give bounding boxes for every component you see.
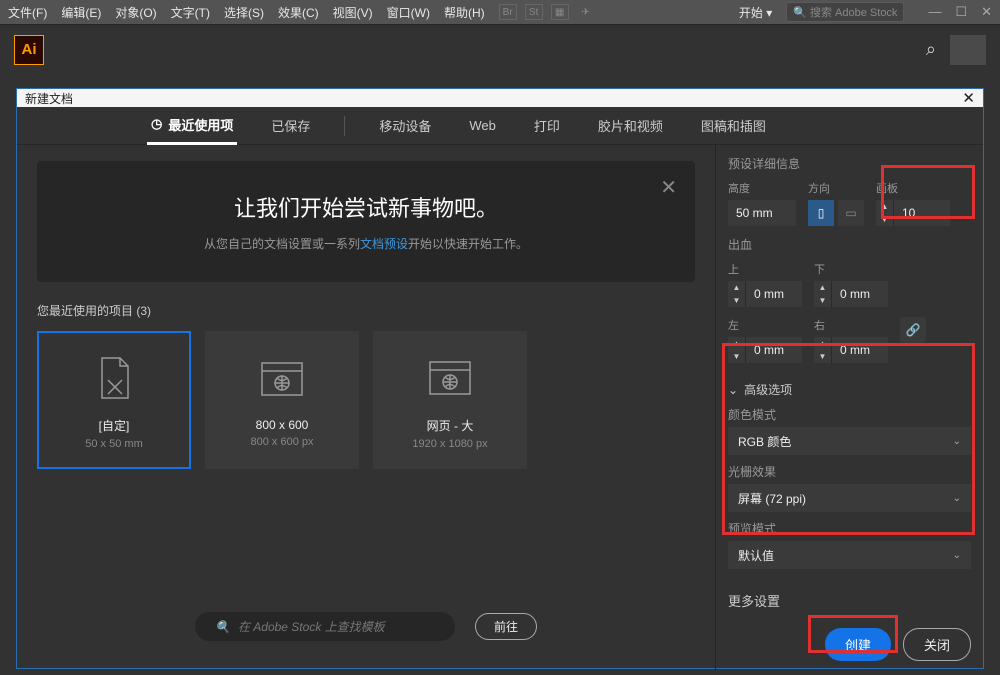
preset-custom[interactable]: [自定] 50 x 50 mm	[37, 331, 191, 469]
bridge-icon[interactable]: Br	[499, 4, 517, 20]
tab-print[interactable]: 打印	[530, 108, 564, 143]
app-header: Ai ⌕	[0, 24, 1000, 74]
menu-help[interactable]: 帮助(H)	[444, 4, 485, 21]
bleed-left-label: 左	[728, 317, 802, 333]
advanced-toggle[interactable]: ⌄ 高级选项	[728, 381, 971, 398]
preset-list: [自定] 50 x 50 mm 800 x 600 800 x 600 px 网…	[37, 331, 695, 469]
menu-type[interactable]: 文字(T)	[171, 4, 210, 21]
orient-label: 方向	[808, 180, 864, 196]
account-box[interactable]	[950, 35, 986, 65]
menu-view[interactable]: 视图(V)	[333, 4, 373, 21]
workspace-switcher[interactable]: 开始 ▾	[739, 4, 772, 21]
step-down-icon[interactable]: ▼	[876, 213, 893, 226]
tab-saved[interactable]: 已保存	[267, 108, 314, 143]
stock-icon[interactable]: St	[525, 4, 543, 20]
link-bleed-icon[interactable]: 🔗	[900, 317, 926, 343]
preset-web-large[interactable]: 网页 - 大 1920 x 1080 px	[373, 331, 527, 469]
bleed-right-label: 右	[814, 317, 888, 333]
dialog-close-icon[interactable]: ✕	[962, 89, 975, 107]
orient-landscape[interactable]: ▭	[838, 200, 864, 226]
minimize-icon[interactable]: —	[928, 4, 941, 20]
tab-film[interactable]: 胶片和视频	[594, 108, 667, 143]
menu-file[interactable]: 文件(F)	[8, 4, 47, 21]
artboard-stepper[interactable]: ▲▼ 10	[876, 200, 950, 226]
color-mode-label: 颜色模式	[728, 406, 971, 423]
preset-name: 网页 - 大	[427, 417, 474, 434]
raster-label: 光栅效果	[728, 463, 971, 480]
menu-edit[interactable]: 编辑(E)	[61, 4, 101, 21]
app-logo: Ai	[14, 35, 44, 65]
bleed-top[interactable]: ▲▼0 mm	[728, 281, 802, 307]
search-icon[interactable]: ⌕	[926, 39, 936, 60]
send-icon[interactable]: ✈	[577, 4, 595, 20]
chevron-down-icon: ⌄	[953, 436, 961, 447]
preset-info-label: 预设详细信息	[728, 155, 971, 172]
height-input[interactable]: 50 mm	[728, 200, 796, 226]
search-icon: 🔍	[215, 620, 230, 634]
web-doc-icon	[258, 352, 306, 406]
create-button[interactable]: 创建	[825, 628, 891, 661]
preset-details-panel: 预设详细信息 高度 50 mm 方向 ▯ ▭ 画板 ▲▼	[715, 145, 983, 671]
preset-800x600[interactable]: 800 x 600 800 x 600 px	[205, 331, 359, 469]
dialog-title: 新建文档	[25, 90, 73, 107]
bleed-bottom-label: 下	[814, 261, 888, 277]
preset-dim: 1920 x 1080 px	[412, 438, 487, 450]
tab-web[interactable]: Web	[465, 110, 500, 141]
menu-window[interactable]: 窗口(W)	[387, 4, 430, 21]
custom-doc-icon	[94, 351, 134, 405]
close-button[interactable]: 关闭	[903, 628, 971, 661]
height-label: 高度	[728, 180, 796, 196]
close-intro-icon[interactable]: ✕	[660, 175, 677, 200]
preview-select[interactable]: 默认值⌄	[728, 541, 971, 569]
preset-name: [自定]	[99, 417, 130, 434]
step-up-icon[interactable]: ▲	[876, 200, 893, 213]
stock-search[interactable]: 🔍 搜索 Adobe Stock	[786, 2, 904, 22]
preview-label: 预览模式	[728, 520, 971, 537]
intro-text: 从您自己的文档设置或一系列文档预设开始以快速开始工作。	[77, 235, 655, 252]
artboard-label: 画板	[876, 180, 950, 196]
color-mode-select[interactable]: RGB 颜色⌄	[728, 427, 971, 455]
preset-dim: 50 x 50 mm	[85, 438, 142, 450]
chevron-down-icon: ⌄	[728, 383, 738, 397]
bleed-label: 出血	[728, 236, 971, 253]
tab-recent[interactable]: ◷最近使用项	[147, 107, 237, 145]
template-search-input[interactable]: 🔍 在 Adobe Stock 上查找模板	[195, 612, 455, 641]
doc-presets-link[interactable]: 文档预设	[360, 237, 408, 251]
tab-art[interactable]: 图稿和插图	[697, 108, 770, 143]
preset-name: 800 x 600	[256, 418, 309, 432]
chevron-down-icon: ⌄	[953, 493, 961, 504]
menu-select[interactable]: 选择(S)	[224, 4, 264, 21]
orient-portrait[interactable]: ▯	[808, 200, 834, 226]
clock-icon: ◷	[151, 116, 162, 132]
template-search-bar: 🔍 在 Adobe Stock 上查找模板 前往	[37, 598, 695, 655]
recent-items-label: 您最近使用的项目 (3)	[37, 302, 695, 319]
left-panel: ✕ 让我们开始尝试新事物吧。 从您自己的文档设置或一系列文档预设开始以快速开始工…	[17, 145, 715, 671]
bleed-top-label: 上	[728, 261, 802, 277]
preset-dim: 800 x 600 px	[251, 436, 314, 448]
tab-mobile[interactable]: 移动设备	[375, 108, 435, 143]
web-doc-icon	[426, 351, 474, 405]
bleed-bottom[interactable]: ▲▼0 mm	[814, 281, 888, 307]
intro-box: ✕ 让我们开始尝试新事物吧。 从您自己的文档设置或一系列文档预设开始以快速开始工…	[37, 161, 695, 282]
menu-object[interactable]: 对象(O)	[115, 4, 156, 21]
close-window-icon[interactable]: ✕	[981, 4, 992, 20]
arrange-icon[interactable]: ▦	[551, 4, 569, 20]
go-button[interactable]: 前往	[475, 613, 537, 640]
chevron-down-icon: ⌄	[953, 550, 961, 561]
toolbar-icons: Br St ▦ ✈	[499, 4, 595, 20]
bleed-right[interactable]: ▲▼0 mm	[814, 337, 888, 363]
maximize-icon[interactable]: ☐	[955, 4, 967, 20]
more-settings-link[interactable]: 更多设置	[728, 591, 971, 610]
raster-select[interactable]: 屏幕 (72 ppi)⌄	[728, 484, 971, 512]
dialog-titlebar: 新建文档 ✕	[17, 89, 983, 107]
menu-effect[interactable]: 效果(C)	[278, 4, 319, 21]
bleed-left[interactable]: ▲▼0 mm	[728, 337, 802, 363]
artboard-input[interactable]: 10	[894, 200, 950, 226]
dialog-tabs: ◷最近使用项 已保存 移动设备 Web 打印 胶片和视频 图稿和插图	[17, 107, 983, 145]
intro-heading: 让我们开始尝试新事物吧。	[77, 191, 655, 223]
app-menubar: 文件(F) 编辑(E) 对象(O) 文字(T) 选择(S) 效果(C) 视图(V…	[0, 0, 1000, 24]
new-document-dialog: 新建文档 ✕ ◷最近使用项 已保存 移动设备 Web 打印 胶片和视频 图稿和插…	[16, 88, 984, 669]
